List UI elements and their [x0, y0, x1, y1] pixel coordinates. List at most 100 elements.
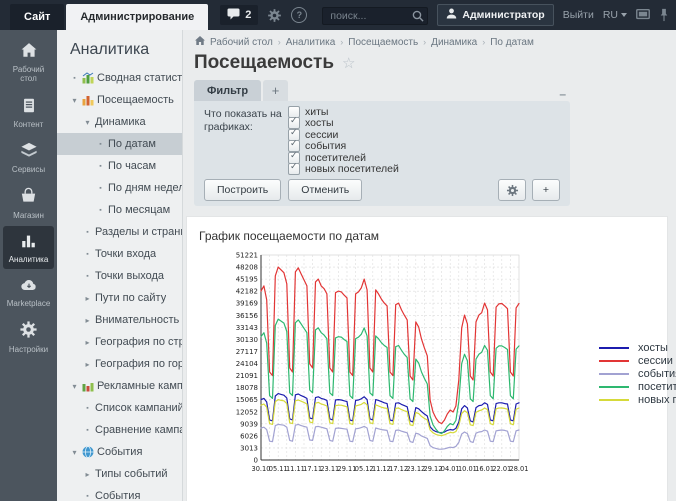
menu-item-5[interactable]: ▪По дням недели: [57, 177, 182, 199]
filter-prompt: Что показать на графиках:: [204, 106, 288, 175]
filter-buttons: Построить Отменить +: [204, 179, 560, 201]
menu-item-19[interactable]: ▪События: [57, 485, 182, 501]
breadcrumb-item-3[interactable]: Динамика: [431, 37, 477, 48]
tab-site-label: Сайт: [24, 11, 50, 23]
svg-text:42182: 42182: [236, 288, 258, 296]
rail-item-5[interactable]: Marketplace: [3, 270, 54, 313]
square-marker-icon: ▪: [96, 207, 105, 214]
collapse-filter-icon[interactable]: –: [555, 87, 570, 101]
breadcrumb-item-2[interactable]: Посещаемость: [348, 37, 418, 48]
globe-icon: [82, 446, 97, 458]
rail-item-3[interactable]: Магазин: [3, 180, 54, 224]
tab-admin[interactable]: Администрирование: [66, 4, 208, 30]
menu-item-16[interactable]: ▪Сравнение кампаний: [57, 419, 182, 441]
menu-item-10[interactable]: ▸Пути по сайту: [57, 287, 182, 309]
menu-item-label: География по странам: [95, 336, 182, 348]
chart-green-icon: [82, 72, 97, 84]
filter-add-button[interactable]: +: [532, 179, 560, 201]
menu-item-9[interactable]: ▪Точки выхода: [57, 265, 182, 287]
menu-item-2[interactable]: ▾Динамика: [57, 111, 182, 133]
svg-text:0: 0: [254, 457, 258, 465]
svg-text:39169: 39169: [236, 300, 258, 308]
right-marker-icon: ▸: [83, 294, 92, 303]
menu-item-3[interactable]: ▪По датам: [57, 133, 182, 155]
language-selector[interactable]: RU: [603, 9, 627, 21]
rail-item-0[interactable]: Рабочий стол: [3, 35, 54, 89]
legend-item-1: сессии: [599, 354, 676, 367]
legend-label: новых посетителей: [638, 394, 676, 406]
menu-item-15[interactable]: ▪Список кампаний: [57, 397, 182, 419]
cart-icon: [19, 186, 38, 210]
menu-item-label: По датам: [108, 138, 156, 150]
filter-option-5[interactable]: новых посетителей: [288, 164, 399, 176]
legend-item-2: события: [599, 367, 676, 380]
svg-text:33143: 33143: [236, 324, 258, 332]
breadcrumb-item-4[interactable]: По датам: [490, 37, 534, 48]
build-button[interactable]: Построить: [204, 179, 281, 201]
breadcrumb-home-icon[interactable]: [195, 36, 205, 48]
menu-item-13[interactable]: ▸География по городам: [57, 353, 182, 375]
svg-text:9039: 9039: [240, 420, 258, 428]
square-marker-icon: ▪: [83, 229, 92, 236]
menu-item-17[interactable]: ▾ События: [57, 441, 182, 463]
rail-item-6[interactable]: Настройки: [3, 314, 54, 358]
tab-site[interactable]: Сайт: [10, 4, 64, 30]
square-marker-icon: ▪: [83, 493, 92, 500]
logout-link[interactable]: Выйти: [563, 9, 594, 21]
monitor-icon[interactable]: [636, 9, 650, 21]
breadcrumb-item-1[interactable]: Аналитика: [286, 37, 336, 48]
breadcrumb-item-0[interactable]: Рабочий стол: [210, 37, 273, 48]
chart-wrap: 0301360269039120521506518078210912410427…: [221, 249, 667, 489]
rail-item-1[interactable]: Контент: [3, 90, 54, 134]
right-marker-icon: ▸: [83, 316, 92, 325]
rail-item-4[interactable]: Аналитика: [3, 226, 54, 269]
down-marker-icon: ▾: [70, 448, 79, 457]
search-icon[interactable]: [412, 9, 424, 27]
cancel-button[interactable]: Отменить: [288, 179, 362, 201]
svg-text:12052: 12052: [236, 408, 258, 416]
pin-icon[interactable]: [659, 8, 669, 22]
legend-item-0: хосты: [599, 341, 676, 354]
favorite-star-icon[interactable]: ☆: [342, 54, 355, 72]
search-box: [322, 6, 428, 24]
filter-option-4[interactable]: посетителей: [288, 152, 399, 164]
checkbox-5[interactable]: [288, 163, 300, 175]
main-layout: Рабочий столКонтентСервисыМагазинАналити…: [0, 30, 676, 501]
menu-item-14[interactable]: ▾Рекламные кампании: [57, 375, 182, 397]
user-button[interactable]: Администратор: [437, 4, 553, 26]
filter-tab[interactable]: Фильтр: [194, 80, 261, 101]
filter-option-0[interactable]: хиты: [288, 106, 399, 118]
help-icon[interactable]: [291, 7, 307, 23]
filter-option-2[interactable]: сессии: [288, 129, 399, 141]
svg-text:23.12: 23.12: [406, 465, 425, 473]
add-filter-tab[interactable]: +: [263, 80, 288, 101]
down-marker-icon: ▾: [70, 96, 79, 105]
svg-text:29.11: 29.11: [338, 465, 357, 473]
menu-item-18[interactable]: ▸Типы событий: [57, 463, 182, 485]
svg-text:30.10: 30.10: [252, 465, 271, 473]
square-marker-icon: ▪: [96, 141, 105, 148]
menu-item-7[interactable]: ▪Разделы и страницы: [57, 221, 182, 243]
rail-item-2[interactable]: Сервисы: [3, 135, 54, 179]
notifications-button[interactable]: 2: [220, 5, 258, 25]
menu-item-11[interactable]: ▸Внимательность: [57, 309, 182, 331]
filter-option-1[interactable]: хосты: [288, 118, 399, 130]
menu-item-8[interactable]: ▪Точки входа: [57, 243, 182, 265]
menu-item-0[interactable]: ▪Сводная статистика: [57, 67, 182, 89]
down-marker-icon: ▾: [83, 118, 92, 127]
menu-item-1[interactable]: ▾Посещаемость: [57, 89, 182, 111]
menu-item-label: Точки входа: [95, 248, 156, 260]
menu-item-4[interactable]: ▪По часам: [57, 155, 182, 177]
menu-item-12[interactable]: ▸География по странам: [57, 331, 182, 353]
svg-text:30130: 30130: [236, 336, 258, 344]
menu-item-label: География по городам: [95, 358, 182, 370]
menu-item-6[interactable]: ▪По месяцам: [57, 199, 182, 221]
square-marker-icon: ▪: [96, 163, 105, 170]
filter-option-3[interactable]: события: [288, 141, 399, 153]
menu-item-label: Динамика: [95, 116, 146, 128]
filter-settings-button[interactable]: [498, 179, 526, 201]
settings-gear-icon[interactable]: [267, 8, 282, 23]
menu-item-label: Разделы и страницы: [95, 226, 182, 238]
svg-text:17.12: 17.12: [389, 465, 408, 473]
menu-item-label: События: [97, 446, 142, 458]
